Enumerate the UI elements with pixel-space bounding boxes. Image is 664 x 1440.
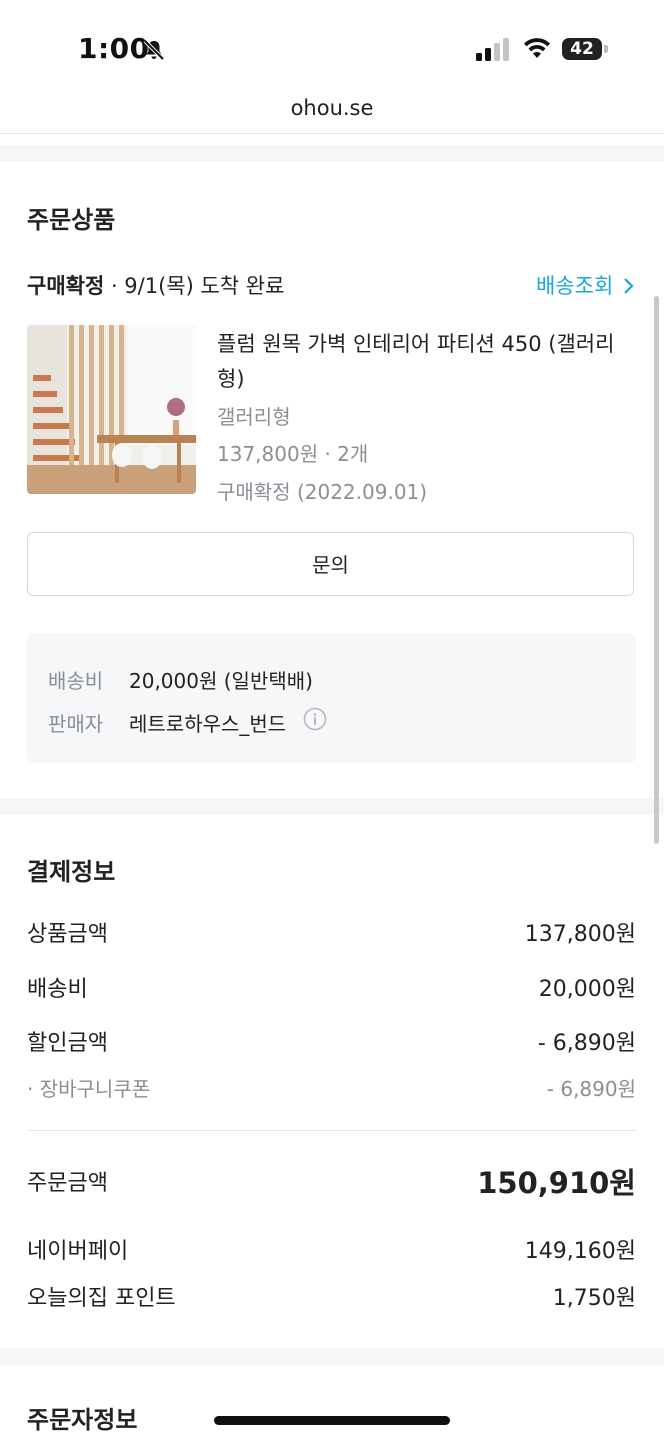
payment-row-label: 상품금액 — [27, 922, 108, 947]
payment-subrow-label: · 장바구니쿠폰 — [27, 1077, 151, 1101]
product-price-quantity: 137,800원 · 2개 — [217, 442, 369, 466]
orderer-title: 주문자정보 — [27, 1406, 138, 1434]
product-name[interactable]: 플럼 원목 가벽 인테리어 파티션 450 (갤러리형) — [217, 327, 632, 397]
payment-subrow-value: - 6,890원 — [546, 1077, 636, 1101]
home-indicator[interactable] — [214, 1416, 450, 1425]
purchase-confirm-date: 구매확정 (2022.09.01) — [217, 480, 428, 504]
total-value: 150,910원 — [477, 1166, 636, 1200]
seller-label: 판매자 — [48, 712, 104, 736]
product-option: 갤러리형 — [217, 405, 291, 429]
battery-icon: 42 — [562, 38, 610, 62]
divider — [0, 133, 664, 134]
inquiry-button[interactable]: 문의 — [27, 532, 634, 596]
payment-row-value: - 6,890원 — [537, 1031, 636, 1056]
shipping-info-box — [27, 633, 636, 763]
section-gap — [0, 798, 664, 815]
payment-row-label: 배송비 — [27, 977, 88, 1002]
section-gap — [0, 145, 664, 162]
track-shipping-label: 배송조회 — [536, 274, 614, 298]
seller-name: 레트로하우스_번드 — [129, 712, 287, 736]
order-status-detail: · 9/1(목) 도착 완료 — [104, 274, 285, 298]
payment-method-label: 네이버페이 — [27, 1239, 129, 1264]
order-status-bold: 구매확정 — [27, 274, 105, 298]
wifi-icon — [524, 38, 550, 58]
shipping-fee-value: 20,000원 (일반택배) — [129, 669, 313, 693]
battery-level: 42 — [570, 39, 594, 59]
payment-row-label: 할인금액 — [27, 1031, 108, 1056]
cellular-signal-icon — [476, 38, 509, 61]
payment-method-label: 오늘의집 포인트 — [27, 1286, 176, 1311]
payment-method-value: 149,160원 — [524, 1239, 636, 1264]
divider — [27, 1130, 636, 1131]
url-bar[interactable]: ohou.se — [0, 96, 664, 120]
chevron-right-icon — [624, 278, 634, 294]
status-time: 1:00 — [78, 32, 150, 65]
payment-title: 결제정보 — [27, 858, 116, 886]
payment-row-value: 20,000원 — [538, 977, 636, 1002]
total-label: 주문금액 — [27, 1171, 108, 1196]
payment-row-value: 137,800원 — [524, 922, 636, 947]
payment-method-value: 1,750원 — [552, 1286, 636, 1311]
track-shipping-link[interactable]: 배송조회 — [536, 270, 634, 300]
order-status: 구매확정 · 9/1(목) 도착 완료 — [27, 270, 284, 300]
info-icon[interactable] — [303, 707, 327, 731]
section-gap — [0, 1348, 664, 1365]
order-items-title: 주문상품 — [27, 206, 116, 234]
muted-bell-icon — [143, 39, 165, 61]
scrollbar[interactable] — [654, 296, 659, 844]
shipping-fee-label: 배송비 — [48, 669, 104, 693]
product-image[interactable] — [27, 325, 196, 494]
